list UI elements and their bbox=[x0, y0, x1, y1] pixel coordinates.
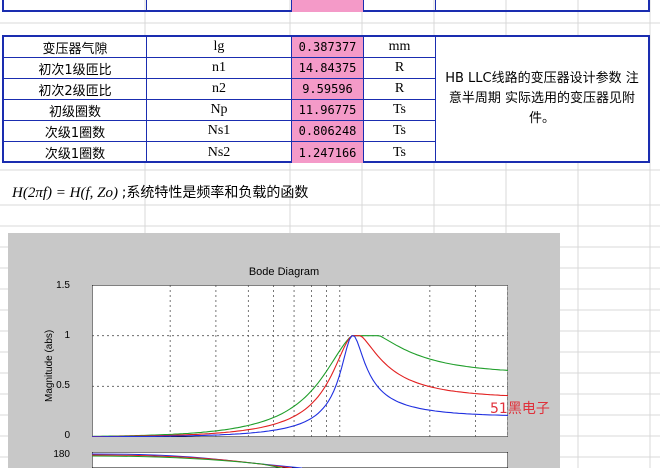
param-symbol[interactable]: Ns1 bbox=[147, 121, 292, 142]
chart-title: Bode Diagram bbox=[248, 266, 320, 278]
param-unit[interactable]: R bbox=[364, 79, 436, 100]
table-row: 初级圈数 Np 11.96775 Ts bbox=[4, 100, 436, 121]
transfer-function-formula: H(2πf) = H(f, Zo) ;系统特性是频率和负载的函数 bbox=[12, 182, 308, 202]
param-name[interactable]: 初次2级匝比 bbox=[4, 79, 147, 100]
magnitude-plot[interactable] bbox=[92, 285, 508, 437]
param-symbol[interactable]: lg bbox=[147, 37, 292, 58]
param-unit[interactable]: Ts bbox=[364, 121, 436, 142]
param-value[interactable]: 14.84375 bbox=[292, 58, 364, 79]
top-table-remnant bbox=[2, 0, 650, 12]
transformer-params-table: 变压器气隙 lg 0.387377 mm 初次1级匝比 n1 14.84375 … bbox=[2, 35, 650, 163]
watermark-text: 51黑电子 bbox=[490, 401, 550, 417]
param-unit[interactable]: R bbox=[364, 58, 436, 79]
param-value[interactable]: 0.806248 bbox=[292, 121, 364, 142]
table-row: 次级1圈数 Ns1 0.806248 Ts bbox=[4, 121, 436, 142]
table-row: 初次2级匝比 n2 9.59596 R bbox=[4, 79, 436, 100]
param-name[interactable]: 初次1级匝比 bbox=[4, 58, 147, 79]
param-value[interactable]: 1.247166 bbox=[292, 142, 364, 163]
top-cell bbox=[4, 0, 147, 12]
param-value[interactable]: 11.96775 bbox=[292, 100, 364, 121]
y-tick-label: 1.5 bbox=[56, 280, 70, 291]
param-symbol[interactable]: n2 bbox=[147, 79, 292, 100]
param-symbol[interactable]: Np bbox=[147, 100, 292, 121]
param-name[interactable]: 初级圈数 bbox=[4, 100, 147, 121]
param-name[interactable]: 次级1圈数 bbox=[4, 121, 147, 142]
top-cell bbox=[364, 0, 436, 12]
y-axis-label: Magnitude (abs) bbox=[44, 329, 55, 402]
top-cell-value bbox=[292, 0, 364, 12]
table-row: 次级1圈数 Ns2 1.247166 Ts bbox=[4, 142, 436, 163]
formula-description: ;系统特性是频率和负载的函数 bbox=[121, 185, 309, 201]
param-symbol[interactable]: n1 bbox=[147, 58, 292, 79]
param-unit[interactable]: Ts bbox=[364, 142, 436, 163]
top-cell bbox=[147, 0, 292, 12]
table-row: 初次1级匝比 n1 14.84375 R bbox=[4, 58, 436, 79]
design-note[interactable]: HB LLC线路的变压器设计参数 注意半周期 实际选用的变压器见附件。 bbox=[436, 37, 648, 161]
phase-tick-label: 180 bbox=[53, 449, 70, 460]
plot-area bbox=[92, 285, 508, 437]
y-tick-label: 0 bbox=[64, 430, 70, 441]
param-name[interactable]: 变压器气隙 bbox=[4, 37, 147, 58]
table-row: 变压器气隙 lg 0.387377 mm bbox=[4, 37, 436, 58]
phase-plot-area bbox=[92, 452, 508, 468]
formula-expression: H(2πf) = H(f, Zo) bbox=[12, 185, 118, 201]
param-value[interactable]: 0.387377 bbox=[292, 37, 364, 58]
phase-plot[interactable] bbox=[92, 452, 508, 468]
param-name[interactable]: 次级1圈数 bbox=[4, 142, 147, 163]
param-unit[interactable]: Ts bbox=[364, 100, 436, 121]
param-unit[interactable]: mm bbox=[364, 37, 436, 58]
param-value[interactable]: 9.59596 bbox=[292, 79, 364, 100]
param-symbol[interactable]: Ns2 bbox=[147, 142, 292, 163]
